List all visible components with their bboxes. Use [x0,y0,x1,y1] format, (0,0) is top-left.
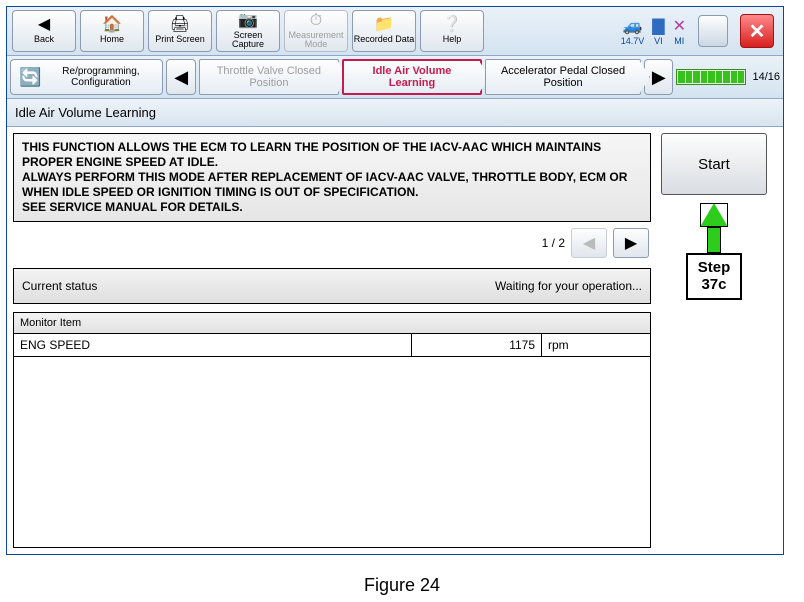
mi-x-icon: ✕ [673,16,686,36]
reprogramming-button[interactable]: 🔄 Re/programming, Configuration [10,59,163,95]
folder-icon: 📁 [374,17,394,33]
arrow-stem [707,227,721,253]
step-next-label: Accelerator Pedal Closed Position [496,65,630,89]
pager: 1 / 2 ◀ ▶ [13,222,651,264]
vi-icon: ▇ [652,16,664,36]
progress-block: 14/16 [676,69,780,85]
step-prev: Throttle Valve Closed Position [199,59,339,95]
current-status-row: Current status Waiting for your operatio… [13,268,651,304]
callout-label: Step 37c [686,253,743,300]
back-label: Back [34,35,54,44]
gauge-icon: ⏱ [310,13,322,29]
help-button[interactable]: ❔ Help [420,10,484,52]
progress-count: 14/16 [752,71,780,83]
monitor-row: ENG SPEED 1175 rpm [14,334,650,357]
capture-label: Screen Capture [217,31,279,50]
measurement-mode-button[interactable]: ⏱ Measurement Mode [284,10,348,52]
step-prev-label: Throttle Valve Closed Position [210,65,328,89]
pager-prev-button[interactable]: ◀ [571,228,607,258]
callout: Step 37c [686,203,743,300]
step-active-label: Idle Air Volume Learning [354,65,470,89]
voltage-status: 🚙 14.7V [621,16,645,46]
back-button[interactable]: ◀ Back [12,10,76,52]
printer-icon: 🖨 [170,17,190,33]
vi-status: ▇ VI [652,16,664,46]
measure-label: Measurement Mode [285,31,347,50]
monitor-item-value: 1175 [412,334,542,356]
recorded-label: Recorded Data [354,35,415,44]
description-box: THIS FUNCTION ALLOWS THE ECM TO LEARN TH… [13,133,651,222]
monitor-item-name: ENG SPEED [14,334,412,356]
reprog-label: Re/programming, Configuration [47,66,154,88]
pager-next-button[interactable]: ▶ [613,228,649,258]
breadcrumb-bar: 🔄 Re/programming, Configuration ◀ Thrott… [7,56,783,99]
current-status-value: Waiting for your operation... [254,269,650,303]
start-button[interactable]: Start [661,133,767,195]
help-label: Help [443,35,462,44]
step-next: Accelerator Pedal Closed Position [485,59,641,95]
progress-bar [676,69,746,85]
monitor-body-empty [14,357,650,547]
screen-capture-button[interactable]: 📷 Screen Capture [216,10,280,52]
monitor-header: Monitor Item [14,313,650,334]
recorded-data-button[interactable]: 📁 Recorded Data [352,10,416,52]
voltage-value: 14.7V [621,36,645,46]
page-title: Idle Air Volume Learning [7,99,783,127]
step-active: Idle Air Volume Learning [342,59,482,95]
figure-caption: Figure 24 [0,561,804,602]
close-button[interactable]: ✕ [740,14,774,48]
top-toolbar: ◀ Back 🏠 Home 🖨 Print Screen 📷 Screen Ca… [7,7,783,56]
gear-sync-icon: 🔄 [19,67,41,88]
vi-label: VI [654,36,663,46]
current-status-label: Current status [14,269,254,303]
arrow-up-icon [700,203,728,227]
breadcrumb-prev-button[interactable]: ◀ [166,59,195,95]
home-button[interactable]: 🏠 Home [80,10,144,52]
main-panel: THIS FUNCTION ALLOWS THE ECM TO LEARN TH… [7,127,783,554]
home-label: Home [100,35,124,44]
mi-status: ✕ MI [673,16,686,46]
camera-icon: 📷 [238,13,258,29]
monitor-item-unit: rpm [542,334,650,356]
minimize-button[interactable] [698,15,728,47]
app-window: ◀ Back 🏠 Home 🖨 Print Screen 📷 Screen Ca… [6,6,784,555]
back-arrow-icon: ◀ [38,17,50,33]
car-icon: 🚙 [623,16,643,36]
home-icon: 🏠 [102,17,122,33]
help-icon: ❔ [442,17,462,33]
mi-label: MI [674,36,684,46]
pager-count: 1 / 2 [542,236,565,250]
print-screen-button[interactable]: 🖨 Print Screen [148,10,212,52]
monitor-table: Monitor Item ENG SPEED 1175 rpm [13,312,651,548]
status-block: 🚙 14.7V ▇ VI ✕ MI ✕ [615,14,780,48]
print-label: Print Screen [155,35,205,44]
